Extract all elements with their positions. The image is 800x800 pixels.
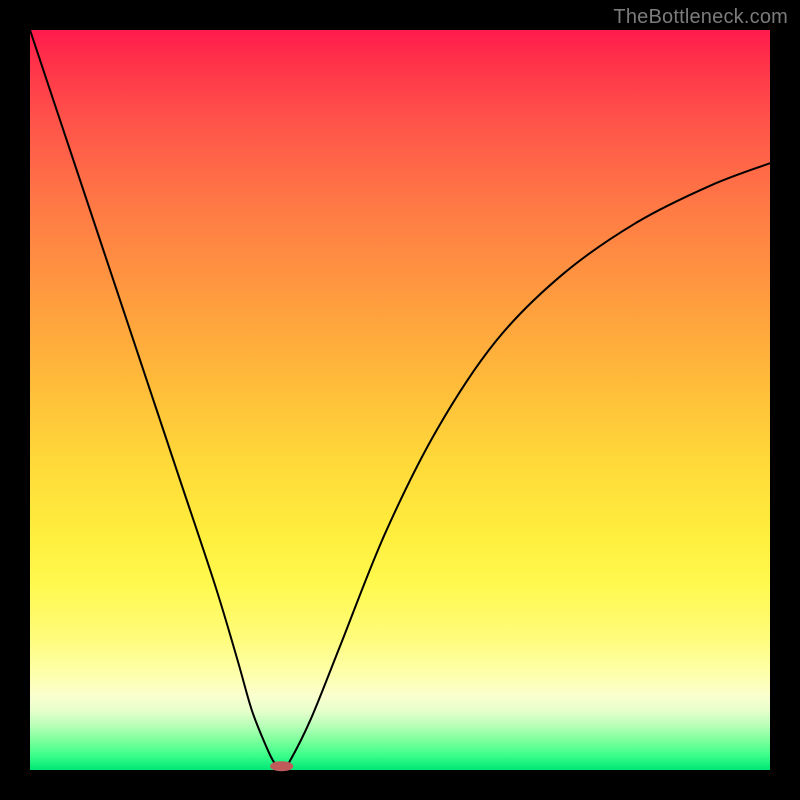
curve-svg <box>30 30 770 770</box>
minimum-marker <box>270 761 294 771</box>
bottleneck-curve <box>30 30 770 770</box>
watermark-text: TheBottleneck.com <box>613 6 788 29</box>
plot-area <box>30 30 770 770</box>
chart-frame: TheBottleneck.com <box>0 0 800 800</box>
